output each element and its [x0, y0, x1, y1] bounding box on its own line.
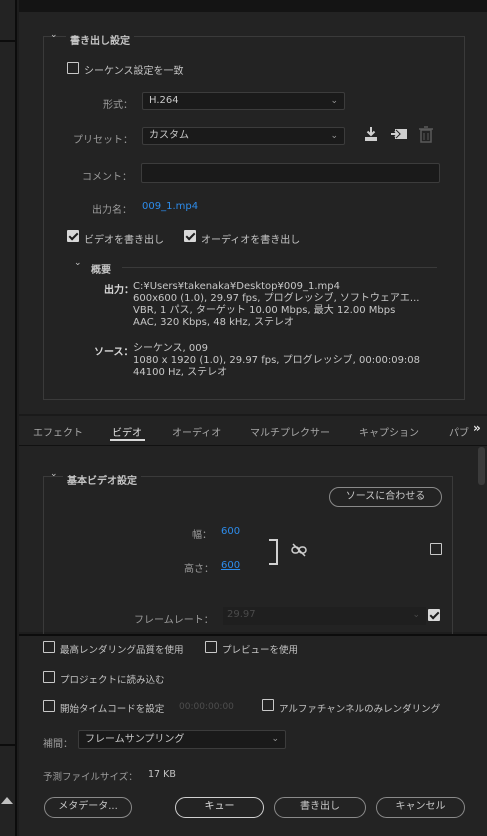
format-value: H.264 [149, 95, 179, 106]
left-panel-strip [0, 0, 17, 836]
interpolation-dropdown[interactable]: フレームサンプリング ⌄ [78, 730, 286, 749]
import-project-label: プロジェクトに読み込む [60, 675, 165, 686]
export-video-label: ビデオを書き出し [84, 235, 164, 246]
summary-source-key: ソース： [94, 347, 134, 358]
alpha-only-checkbox[interactable] [262, 699, 274, 711]
timecode-value: 00:00:00:00 [179, 702, 234, 712]
comment-input[interactable] [141, 163, 440, 183]
height-label: 高さ： [184, 564, 214, 575]
tabs-overflow-icon[interactable]: » [473, 421, 481, 435]
checkbox-icon [67, 62, 79, 74]
max-quality-checkbox[interactable] [43, 641, 55, 653]
match-source-button[interactable]: ソースに合わせる [329, 487, 442, 507]
preset-value: カスタム [149, 130, 189, 141]
export-audio-label: オーディオを書き出し [201, 235, 301, 246]
chevron-down-icon[interactable]: ⌄ [50, 30, 58, 40]
file-size-value: 17 KB [148, 769, 176, 780]
tab-captions[interactable]: キャプション [359, 424, 419, 439]
checkbox-checked-icon [428, 609, 440, 621]
match-sequence-checkbox[interactable] [67, 62, 79, 74]
collapse-arrow-icon[interactable] [1, 797, 13, 804]
framerate-checkbox[interactable] [428, 609, 440, 621]
left-divider [0, 40, 17, 42]
format-label: 形式： [103, 100, 133, 111]
checkbox-checked-icon [67, 230, 79, 242]
tab-publish[interactable]: パブ [449, 424, 469, 439]
checkbox-icon [43, 641, 55, 653]
chevron-down-icon: ⌄ [412, 610, 420, 620]
tab-video[interactable]: ビデオ [112, 424, 142, 439]
framerate-label: フレームレート： [134, 615, 214, 626]
output-name-link[interactable]: 009_1.mp4 [142, 201, 198, 212]
summary-output-line: C:¥Users¥takenaka¥Desktop¥009_1.mp4 [133, 281, 340, 292]
comment-label: コメント： [82, 172, 132, 183]
top-bar [19, 0, 487, 12]
height-value[interactable]: 600 [221, 560, 240, 571]
summary-divider [122, 267, 437, 268]
set-timecode-label: 開始タイムコードを設定 [60, 704, 165, 715]
summary-source: シーケンス, 009 1080 x 1920 (1.0), 29.97 fps,… [133, 343, 420, 379]
framerate-dropdown[interactable]: 29.97 ⌄ [223, 607, 426, 625]
delete-preset-icon[interactable] [419, 126, 433, 143]
summary-title: 概要 [91, 265, 111, 276]
preset-label: プリセット： [73, 135, 133, 146]
width-label: 幅： [192, 530, 212, 541]
checkbox-icon [430, 543, 442, 555]
tab-multiplexer[interactable]: マルチプレクサー [250, 424, 330, 439]
use-preview-checkbox[interactable] [205, 641, 217, 653]
file-size-label: 予測ファイルサイズ： [43, 772, 138, 783]
unlink-chain-icon[interactable] [291, 543, 307, 557]
metadata-button[interactable]: メタデータ... [44, 797, 132, 818]
format-dropdown[interactable]: H.264 ⌄ [142, 92, 345, 110]
queue-button[interactable]: キュー [175, 797, 264, 818]
export-video-checkbox[interactable] [67, 230, 79, 242]
max-quality-label: 最高レンダリング品質を使用 [60, 645, 184, 656]
summary-output-line: AAC, 320 Kbps, 48 kHz, ステレオ [133, 317, 295, 328]
interpolation-label: 補間： [43, 739, 73, 750]
section-title-export: 書き出し設定 [66, 32, 134, 47]
chevron-down-icon: ⌄ [271, 734, 279, 744]
summary-output-line: 600x600 (1.0), 29.97 fps, プログレッシブ, ソフトウェ… [133, 293, 420, 304]
scrollbar-thumb[interactable] [478, 447, 485, 485]
checkbox-icon [43, 700, 55, 712]
save-preset-icon[interactable] [363, 126, 379, 142]
checkbox-icon [43, 671, 55, 683]
summary-output-line: VBR, 1 パス, ターゲット 10.00 Mbps, 最大 12.00 Mb… [133, 305, 396, 316]
use-preview-label: プレビューを使用 [222, 645, 299, 656]
chevron-down-icon: ⌄ [330, 131, 338, 141]
summary-source-line: 44100 Hz, ステレオ [133, 367, 228, 378]
summary-source-line: 1080 x 1920 (1.0), 29.97 fps, プログレッシブ, 0… [133, 355, 421, 366]
checkbox-icon [205, 641, 217, 653]
active-tab-underline [110, 439, 145, 441]
preset-dropdown[interactable]: カスタム ⌄ [142, 127, 345, 145]
summary-output: C:¥Users¥takenaka¥Desktop¥009_1.mp4 600x… [133, 281, 419, 329]
cancel-button[interactable]: キャンセル [376, 797, 465, 818]
interpolation-value: フレームサンプリング [85, 734, 185, 745]
alpha-only-label: アルファチャンネルのみレンダリング [279, 704, 441, 715]
checkbox-checked-icon [184, 230, 196, 242]
section-title-video: 基本ビデオ設定 [63, 472, 141, 487]
tab-effects[interactable]: エフェクト [33, 424, 83, 439]
tab-audio[interactable]: オーディオ [172, 424, 221, 439]
chevron-down-icon[interactable]: ⌄ [50, 469, 58, 479]
left-divider [0, 744, 17, 746]
summary-output-key: 出力： [104, 285, 134, 296]
chevron-down-icon: ⌄ [330, 96, 338, 106]
import-preset-icon[interactable] [390, 126, 408, 142]
set-timecode-checkbox[interactable] [43, 700, 55, 712]
summary-source-line: シーケンス, 009 [133, 343, 208, 354]
import-project-checkbox[interactable] [43, 671, 55, 683]
export-audio-checkbox[interactable] [184, 230, 196, 242]
link-bracket [269, 539, 278, 565]
video-option-checkbox[interactable] [430, 543, 442, 555]
width-value[interactable]: 600 [221, 526, 240, 537]
chevron-down-icon[interactable]: ⌄ [74, 258, 82, 268]
checkbox-icon [262, 699, 274, 711]
match-sequence-label: シーケンス設定を一致 [84, 66, 184, 77]
framerate-value: 29.97 [227, 609, 256, 620]
export-button[interactable]: 書き出し [274, 797, 366, 818]
output-name-label: 出力名： [92, 205, 132, 216]
